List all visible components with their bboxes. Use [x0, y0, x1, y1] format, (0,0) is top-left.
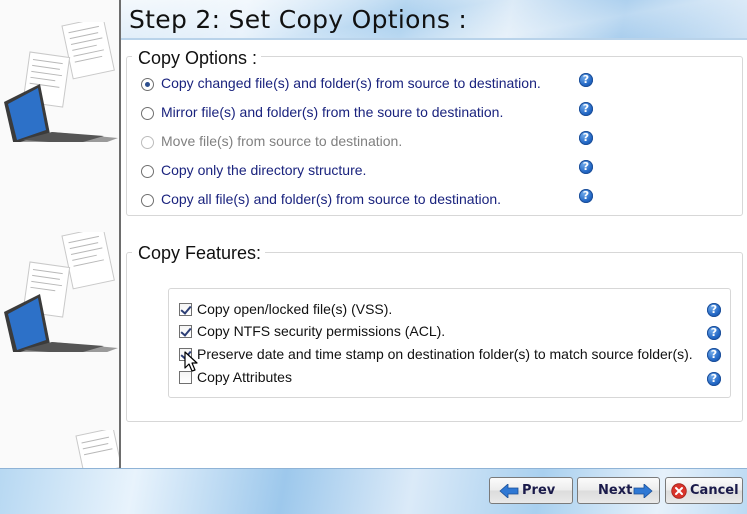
option-label: Copy changed file(s) and folder(s) from …	[161, 75, 541, 91]
checkbox-vss[interactable]	[179, 303, 192, 316]
help-icon[interactable]: ?	[579, 73, 593, 87]
help-icon[interactable]: ?	[707, 326, 721, 340]
radio-copy-all[interactable]	[141, 194, 154, 207]
copy-features-title: Copy Features:	[132, 243, 266, 264]
copy-options-title: Copy Options :	[132, 48, 262, 69]
radio-mirror[interactable]	[141, 107, 154, 120]
copy-options-group: Copy Options : Copy changed file(s) and …	[126, 48, 743, 216]
left-decoration-strip	[0, 0, 121, 468]
laptop-documents-illustration	[4, 22, 118, 142]
page-title: Step 2: Set Copy Options :	[129, 5, 468, 34]
next-button[interactable]: Next	[577, 477, 660, 504]
radio-directory-structure[interactable]	[141, 165, 154, 178]
option-label: Move file(s) from source to destination.	[161, 133, 403, 149]
features-frame: Copy open/locked file(s) (VSS). Copy NTF…	[168, 288, 731, 398]
feature-label: Preserve date and time stamp on destinat…	[197, 346, 693, 362]
footer-bar: Prev Next Cancel	[0, 468, 747, 514]
header-banner: Step 2: Set Copy Options :	[121, 0, 747, 40]
arrow-right-icon	[633, 484, 653, 498]
help-icon[interactable]: ?	[707, 303, 721, 317]
help-icon[interactable]: ?	[707, 348, 721, 362]
mouse-pointer-icon	[184, 351, 198, 372]
laptop-documents-illustration-2	[4, 232, 118, 352]
radio-copy-changed[interactable]	[141, 78, 154, 91]
help-icon[interactable]: ?	[579, 102, 593, 116]
radio-move	[141, 136, 154, 149]
arrow-left-icon	[499, 484, 519, 498]
cancel-button-label: Cancel	[690, 483, 739, 498]
checkbox-acl[interactable]	[179, 325, 192, 338]
option-label: Copy all file(s) and folder(s) from sour…	[161, 191, 502, 207]
cancel-button[interactable]: Cancel	[665, 477, 743, 504]
option-label: Mirror file(s) and folder(s) from the so…	[161, 104, 504, 120]
help-icon[interactable]: ?	[579, 160, 593, 174]
copy-features-group: Copy Features: Copy open/locked file(s) …	[126, 243, 743, 422]
next-button-label: Next	[598, 483, 633, 498]
feature-label: Copy NTFS security permissions (ACL).	[197, 323, 446, 339]
cancel-icon	[671, 483, 687, 499]
prev-button[interactable]: Prev	[489, 477, 573, 504]
feature-label: Copy Attributes	[197, 369, 292, 385]
feature-label: Copy open/locked file(s) (VSS).	[197, 301, 393, 317]
help-icon[interactable]: ?	[579, 189, 593, 203]
help-icon[interactable]: ?	[579, 131, 593, 145]
option-label: Copy only the directory structure.	[161, 162, 367, 178]
prev-button-label: Prev	[522, 483, 556, 498]
documents-illustration	[75, 430, 119, 468]
help-icon[interactable]: ?	[707, 372, 721, 386]
